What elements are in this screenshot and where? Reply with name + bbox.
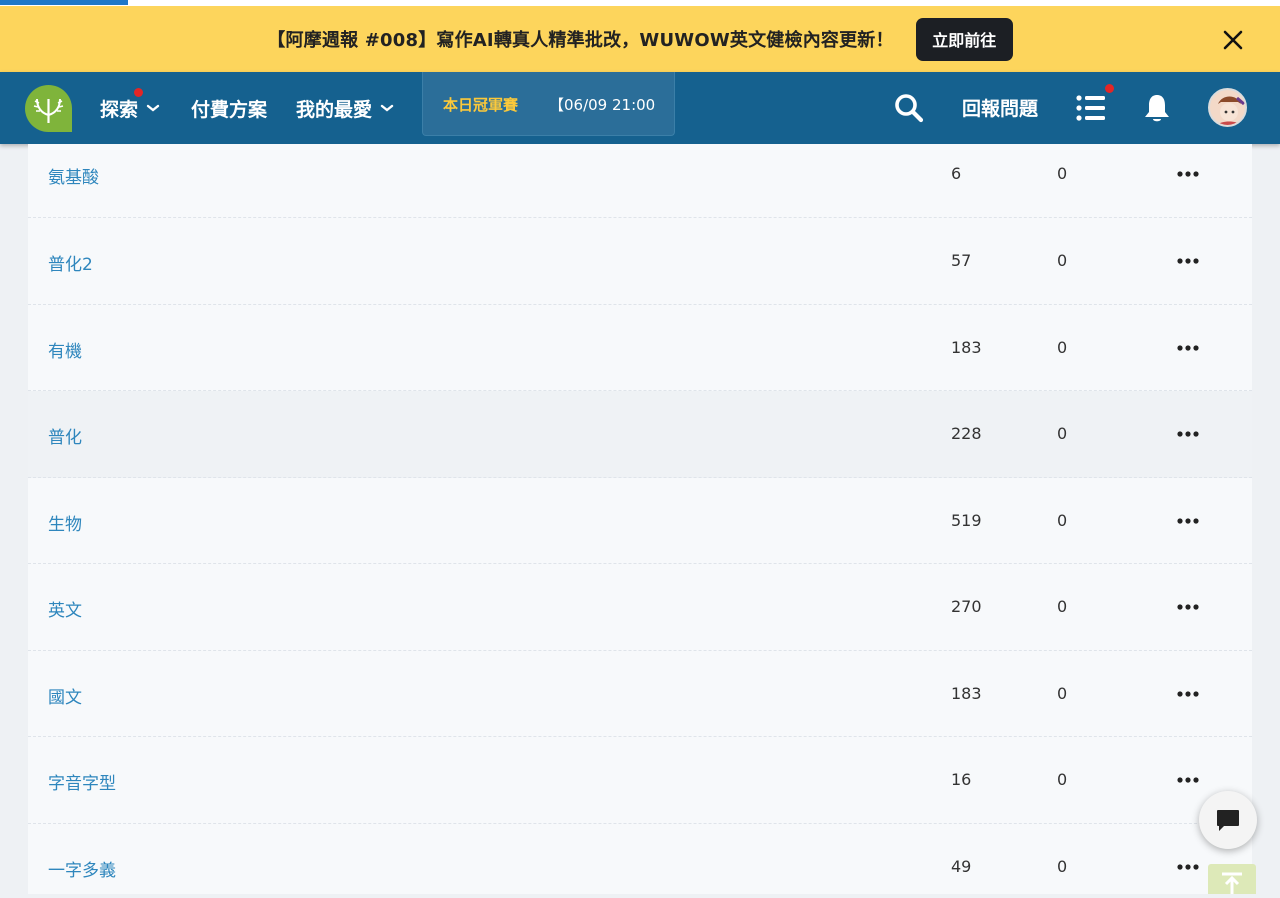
category-name-link[interactable]: 一字多義: [48, 856, 116, 881]
category-count: 228: [951, 424, 982, 443]
category-name-link[interactable]: 普化2: [48, 250, 93, 275]
nav-pricing[interactable]: 付費方案: [191, 94, 267, 122]
chevron-down-icon: [380, 104, 394, 112]
table-row: 國文 183 0: [28, 651, 1252, 737]
category-count: 183: [951, 337, 982, 357]
nav-explore-label: 探索: [100, 98, 139, 121]
more-horizontal-icon[interactable]: [1177, 690, 1199, 698]
table-row: 生物 519 0: [28, 478, 1252, 564]
nav-favorites-label: 我的最愛: [296, 98, 373, 121]
arrow-up-to-top-icon: [1222, 872, 1242, 894]
bell-icon[interactable]: [1142, 92, 1172, 124]
table-row: 一字多義 49 0: [28, 824, 1252, 895]
category-name-link[interactable]: 生物: [48, 510, 82, 535]
more-horizontal-icon[interactable]: [1177, 863, 1199, 871]
category-count: 57: [951, 251, 972, 270]
more-horizontal-icon[interactable]: [1177, 430, 1199, 438]
table-row: 英文 270 0: [28, 564, 1252, 651]
list-icon[interactable]: [1075, 92, 1107, 124]
report-issue-link[interactable]: 回報問題: [962, 94, 1038, 121]
category-zero-count: 0: [1057, 510, 1068, 530]
category-zero-count: 0: [1057, 251, 1068, 270]
page-progress-fill: [0, 0, 128, 5]
nav-pricing-label: 付費方案: [191, 98, 268, 121]
category-name-link[interactable]: 字音字型: [48, 769, 116, 794]
more-horizontal-icon[interactable]: [1177, 170, 1199, 178]
list-notification-dot: [1105, 84, 1114, 93]
category-count: 16: [951, 770, 972, 789]
main-navbar: 探索 付費方案 我的最愛 本日冠軍賽 【06/09 21:00 回報問題: [0, 72, 1280, 144]
category-name-link[interactable]: 英文: [48, 596, 82, 621]
category-zero-count: 0: [1057, 597, 1068, 616]
more-horizontal-icon[interactable]: [1177, 257, 1199, 265]
marquee-label: 本日冠軍賽: [443, 96, 519, 114]
category-zero-count: 0: [1057, 337, 1068, 357]
nav-favorites[interactable]: 我的最愛: [296, 94, 394, 122]
close-icon[interactable]: [1218, 25, 1248, 55]
table-row: 有機 183 0: [28, 305, 1252, 391]
announcement-text: 【阿摩週報 #008】寫作AI轉真人精準批改，WUWOW英文健檢內容更新！: [267, 30, 894, 51]
more-horizontal-icon[interactable]: [1177, 776, 1199, 784]
table-row: 氨基酸 6 0: [28, 144, 1252, 218]
category-zero-count: 0: [1057, 164, 1068, 183]
chat-icon: [1217, 810, 1239, 831]
announcement-banner: 【阿摩週報 #008】寫作AI轉真人精準批改，WUWOW英文健檢內容更新！ 立即…: [0, 6, 1280, 72]
chevron-down-icon: [146, 104, 160, 112]
category-zero-count: 0: [1057, 770, 1068, 789]
table-row: 普化 228 0: [28, 391, 1252, 478]
category-zero-count: 0: [1057, 856, 1068, 876]
category-name-link[interactable]: 氨基酸: [48, 163, 99, 188]
category-name-link[interactable]: 普化: [48, 423, 82, 448]
category-count: 270: [951, 597, 982, 616]
category-count: 6: [951, 164, 962, 183]
category-count: 49: [951, 856, 972, 876]
back-to-top-button[interactable]: [1208, 864, 1256, 894]
more-horizontal-icon[interactable]: [1177, 603, 1199, 611]
category-zero-count: 0: [1057, 683, 1068, 703]
champion-marquee[interactable]: 本日冠軍賽 【06/09 21:00: [422, 72, 675, 136]
nav-explore[interactable]: 探索: [100, 94, 160, 122]
marquee-text: 【06/09 21:00: [549, 96, 656, 114]
more-horizontal-icon[interactable]: [1177, 517, 1199, 525]
chat-button[interactable]: [1199, 791, 1257, 849]
table-row: 普化2 57 0: [28, 218, 1252, 305]
category-name-link[interactable]: 國文: [48, 683, 82, 708]
user-avatar[interactable]: [1208, 88, 1247, 127]
category-count: 183: [951, 683, 982, 703]
category-name-link[interactable]: 有機: [48, 337, 82, 362]
category-count: 519: [951, 510, 982, 530]
search-icon[interactable]: [893, 92, 925, 124]
category-zero-count: 0: [1057, 424, 1068, 443]
go-now-button[interactable]: 立即前往: [915, 17, 1013, 61]
explore-notification-dot: [134, 88, 143, 97]
more-horizontal-icon[interactable]: [1177, 344, 1199, 352]
category-table: 氨基酸 6 0 普化2 57 0 有機 183 0 普化 228 0 生物 51…: [28, 144, 1252, 894]
table-row: 字音字型 16 0: [28, 737, 1252, 824]
